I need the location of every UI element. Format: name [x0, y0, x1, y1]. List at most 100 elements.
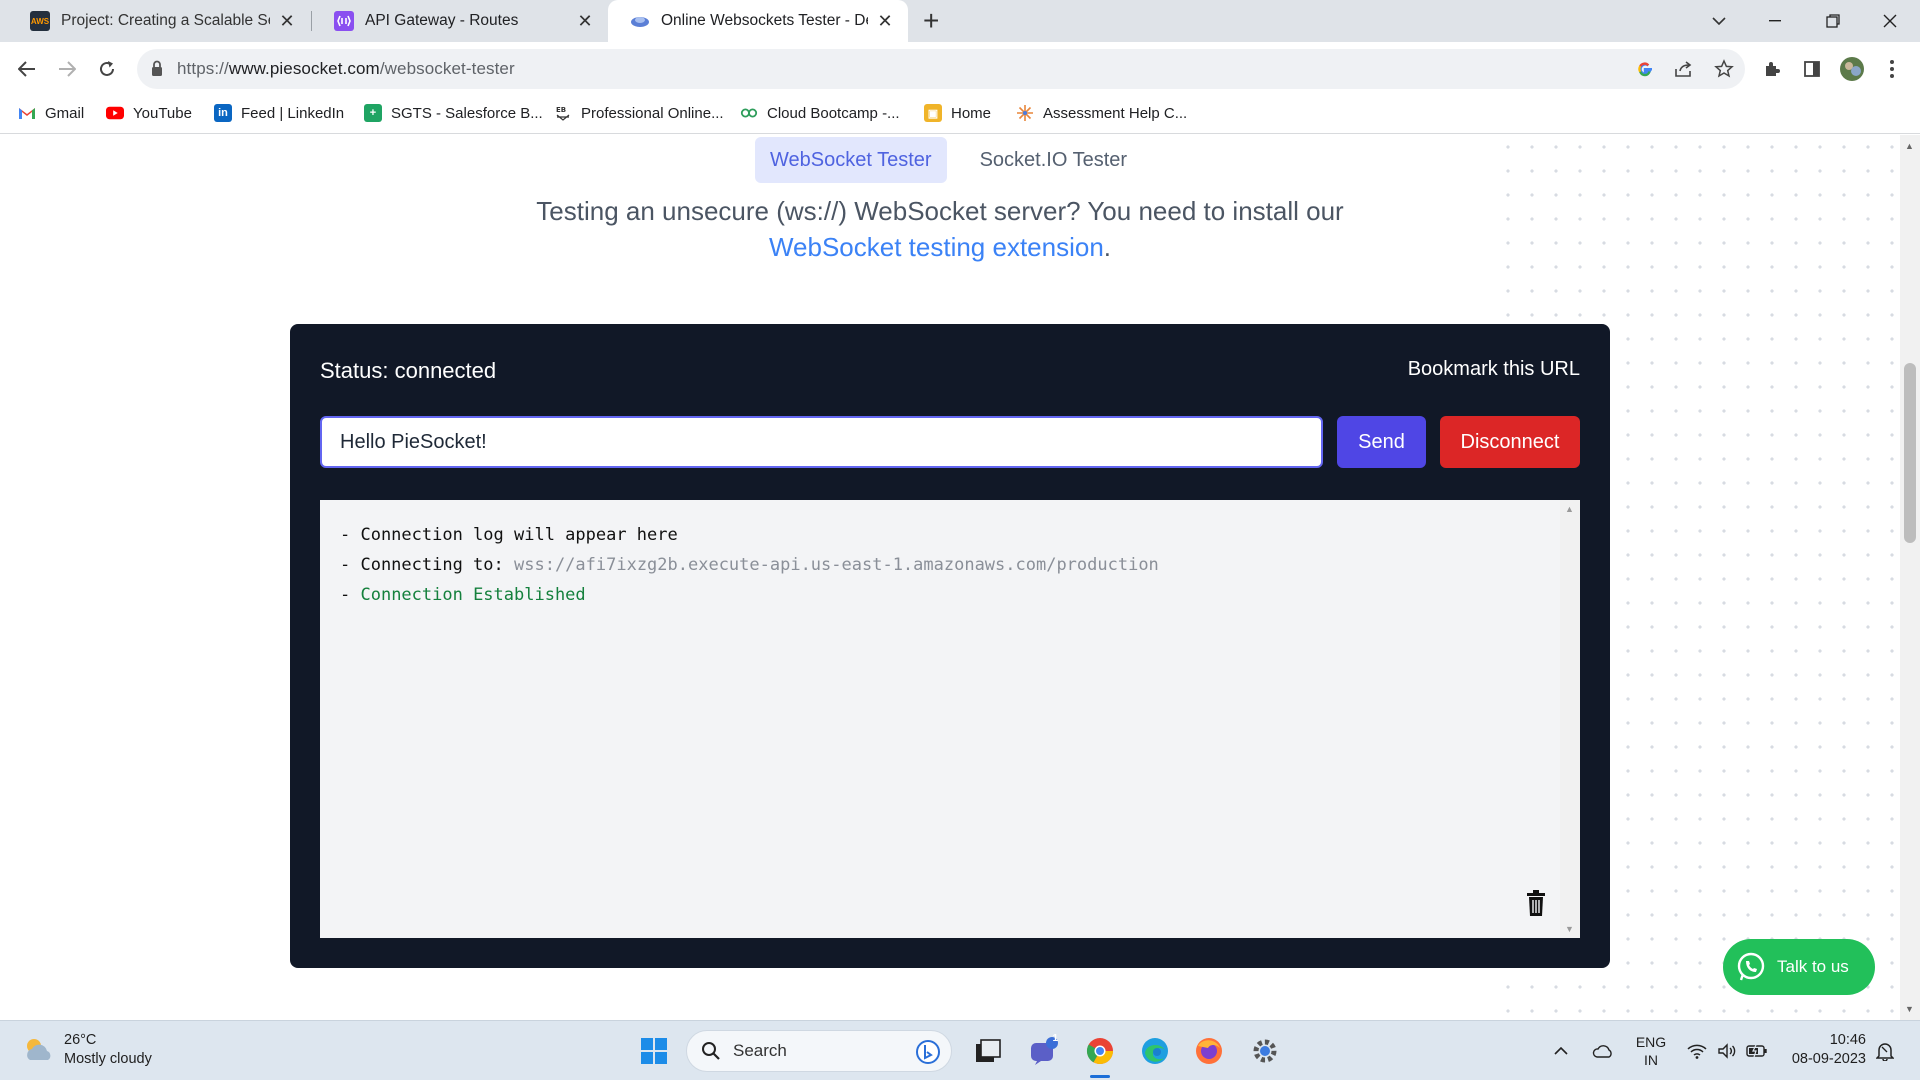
page-scrollbar[interactable]: ▲ ▼ — [1900, 135, 1920, 1020]
cloudy-weather-icon — [27, 1039, 51, 1060]
send-button[interactable]: Send — [1337, 416, 1426, 468]
reload-icon[interactable] — [92, 54, 122, 84]
wifi-icon[interactable] — [1684, 1021, 1710, 1080]
log-scrollbar[interactable]: ▲ ▼ — [1560, 500, 1580, 938]
region-label: IN — [1644, 1052, 1658, 1068]
search-label: Search — [733, 1041, 787, 1060]
bookmark-label: Cloud Bootcamp -... — [767, 104, 900, 122]
tab-search-chevron-icon[interactable] — [1689, 0, 1749, 42]
weather-temperature: 26°C — [64, 1032, 97, 1048]
whatsapp-icon — [1737, 952, 1765, 981]
trash-icon[interactable] — [1525, 889, 1547, 917]
notification-bell-icon[interactable] — [1872, 1021, 1898, 1080]
close-window-button[interactable] — [1860, 0, 1920, 42]
tester-panel: Status: connected Bookmark this URL Send… — [290, 324, 1610, 968]
clock-date: 08-09-2023 — [1791, 1051, 1866, 1067]
svg-text:EB: EB — [556, 106, 566, 114]
home-box-icon: ▣ — [924, 104, 942, 122]
weather-widget[interactable]: 26°C Mostly cloudy — [22, 1031, 152, 1069]
youtube-icon — [106, 104, 124, 122]
bookmark-linkedin[interactable]: in Feed | LinkedIn — [214, 104, 344, 122]
notice-text: Testing an unsecure (ws://) WebSocket se… — [536, 196, 1344, 226]
bookmark-label: SGTS - Salesforce B... — [391, 104, 543, 122]
system-clock[interactable]: 10:46 08-09-2023 — [1782, 1031, 1866, 1069]
log-success-text: Connection Established — [360, 585, 586, 605]
windows-taskbar: 26°C Mostly cloudy Search 1 ENG IN 10:46… — [0, 1020, 1920, 1080]
teams-badge: 1 — [1052, 1033, 1058, 1044]
chrome-icon[interactable] — [1082, 1033, 1118, 1078]
browser-tab-api-gateway[interactable]: API Gateway - Routes ✕ — [312, 0, 608, 42]
weather-description: Mostly cloudy — [64, 1051, 152, 1067]
battery-icon[interactable] — [1744, 1021, 1770, 1080]
scrollbar-thumb[interactable] — [1904, 363, 1916, 543]
clock-time: 10:46 — [1829, 1032, 1866, 1048]
bookmark-cloud-bootcamp[interactable]: Cloud Bootcamp -... — [740, 104, 900, 122]
browser-tab-aws-project[interactable]: AWS Project: Creating a Scalable Serve ✕ — [8, 0, 310, 42]
talk-label: Talk to us — [1777, 957, 1849, 976]
show-hidden-icons-chevron[interactable] — [1548, 1021, 1574, 1080]
bookmark-url-link[interactable]: Bookmark this URL — [1408, 358, 1580, 381]
sparkle-icon — [1016, 104, 1034, 122]
browser-tab-strip: AWS Project: Creating a Scalable Serve ✕… — [0, 0, 1920, 42]
bookmark-label: Feed | LinkedIn — [241, 104, 345, 122]
teams-chat-icon[interactable]: 1 — [1026, 1033, 1062, 1069]
api-gateway-icon — [334, 11, 354, 31]
forward-arrow-icon[interactable] — [52, 54, 82, 84]
settings-gear-icon[interactable] — [1247, 1033, 1283, 1069]
bookmark-professional-online[interactable]: EB Professional Online... — [554, 104, 724, 122]
lock-icon[interactable] — [151, 60, 163, 77]
document-icon: EB — [554, 104, 572, 122]
talk-to-us-button[interactable]: Talk to us — [1723, 939, 1875, 995]
profile-avatar[interactable] — [1838, 55, 1866, 83]
search-icon — [702, 1042, 720, 1060]
address-bar[interactable]: https://www.piesocket.com/websocket-test… — [137, 49, 1745, 89]
google-icon[interactable] — [1633, 57, 1657, 81]
extension-link[interactable]: WebSocket testing extension — [769, 232, 1104, 262]
share-icon[interactable] — [1672, 57, 1696, 81]
tab-title: Project: Creating a Scalable Serve — [61, 12, 270, 29]
windows-start-icon[interactable] — [636, 1033, 672, 1069]
page-content: WebSocket Tester Socket.IO Tester Testin… — [0, 135, 1900, 1020]
bookmark-gmail[interactable]: Gmail — [18, 104, 84, 122]
url-text[interactable]: https://www.piesocket.com/websocket-test… — [177, 59, 515, 79]
salesforce-icon: + — [364, 104, 382, 122]
bookmark-home[interactable]: ▣ Home — [924, 104, 991, 122]
gmail-icon — [18, 104, 36, 122]
close-tab-icon[interactable]: ✕ — [876, 11, 894, 32]
volume-icon[interactable] — [1714, 1021, 1740, 1080]
close-tab-icon[interactable]: ✕ — [576, 11, 594, 32]
piesocket-icon — [630, 11, 650, 31]
bookmark-youtube[interactable]: YouTube — [106, 104, 192, 122]
log-line: - Connection Established — [340, 585, 586, 605]
minimize-button[interactable] — [1745, 0, 1805, 42]
notice-end: . — [1103, 232, 1112, 262]
restore-button[interactable] — [1803, 0, 1863, 42]
extensions-icon[interactable] — [1758, 55, 1786, 83]
bookmark-star-icon[interactable] — [1712, 57, 1736, 81]
log-endpoint-url: wss://afi7ixzg2b.execute-api.us-east-1.a… — [514, 555, 1159, 575]
bookmark-assessment-help[interactable]: Assessment Help C... — [1016, 104, 1187, 122]
more-menu-icon[interactable] — [1878, 55, 1906, 83]
bookmark-label: Professional Online... — [581, 104, 724, 122]
log-line: - Connecting to: wss://afi7ixzg2b.execut… — [340, 555, 1159, 575]
new-tab-button[interactable]: + — [923, 6, 939, 36]
tab-title: Online Websockets Tester - Debu — [661, 12, 868, 29]
bookmarks-bar: Gmail YouTube in Feed | LinkedIn + SGTS … — [0, 96, 1920, 134]
firefox-icon[interactable] — [1191, 1033, 1227, 1069]
disconnect-button[interactable]: Disconnect — [1440, 416, 1580, 468]
tab-socketio-tester[interactable]: Socket.IO Tester — [965, 137, 1142, 183]
close-tab-icon[interactable]: ✕ — [278, 11, 296, 32]
language-indicator[interactable]: ENG IN — [1630, 1021, 1672, 1080]
back-arrow-icon[interactable] — [12, 54, 42, 84]
task-view-icon[interactable] — [970, 1033, 1006, 1069]
bing-icon[interactable] — [915, 1039, 941, 1065]
tab-websocket-tester[interactable]: WebSocket Tester — [755, 137, 947, 183]
browser-tab-websocket-tester[interactable]: Online Websockets Tester - Debu ✕ — [608, 0, 908, 42]
side-panel-icon[interactable] — [1798, 55, 1826, 83]
bookmark-label: Home — [951, 104, 992, 122]
message-input[interactable] — [320, 416, 1323, 468]
bookmark-sgts[interactable]: + SGTS - Salesforce B... — [364, 104, 543, 122]
onedrive-cloud-icon[interactable] — [1588, 1021, 1618, 1080]
taskbar-search[interactable]: Search — [686, 1030, 952, 1072]
edge-icon[interactable] — [1137, 1033, 1173, 1069]
